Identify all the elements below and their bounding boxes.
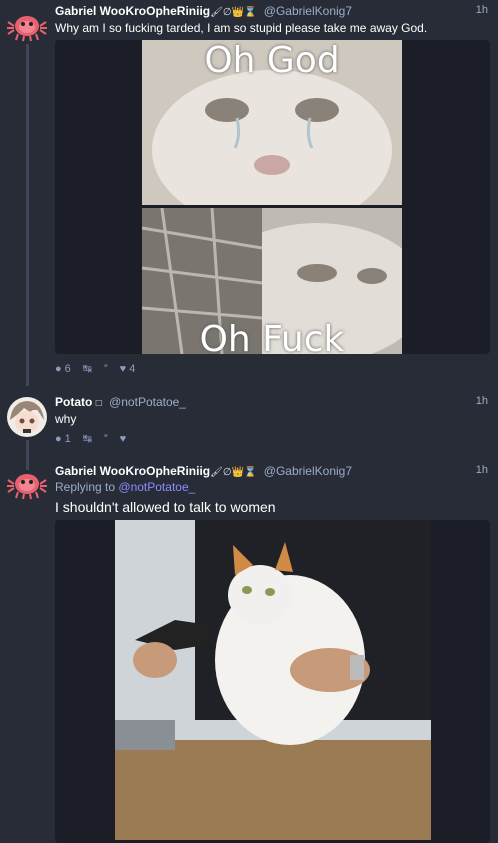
meme-caption-top: Oh God (204, 40, 340, 81)
avatar[interactable] (6, 462, 48, 504)
meme-image-top: Oh God (142, 40, 402, 205)
favourite-button[interactable]: ♥ (120, 433, 127, 445)
timestamp[interactable]: 1h (476, 464, 488, 476)
reply-icon: ● (55, 432, 62, 445)
status-text: why (55, 412, 77, 426)
name-emojis: 🖌∅👑⌛ (210, 467, 257, 478)
display-name[interactable]: Gabriel WooKroOpheRiniig (55, 4, 210, 18)
replying-to: Replying to @notPotatoe_ (55, 480, 195, 494)
status-text: Why am I so fucking tarded, I am so stup… (55, 21, 428, 35)
avatar[interactable] (6, 396, 48, 438)
quote-button[interactable]: ” (104, 363, 108, 375)
reply-count: 6 (64, 362, 71, 375)
display-name[interactable]: Potato (55, 395, 92, 409)
favourite-icon: ♥ (119, 432, 127, 445)
reply-to-handle[interactable]: @notPotatoe_ (118, 480, 195, 494)
boost-button[interactable]: ↹ (83, 432, 92, 445)
meme-image-bottom: Oh Fuck (142, 208, 402, 354)
boost-button[interactable]: ↹ (83, 362, 92, 375)
media-attachment[interactable]: Oh God Oh Fuck (55, 40, 490, 354)
timestamp[interactable]: 1h (476, 4, 488, 16)
status-post[interactable]: Potato □ @notPotatoe_ 1h why ● 1 ↹ ” ♥ (0, 390, 498, 450)
media-attachment[interactable] (55, 520, 490, 843)
status-post[interactable]: Gabriel WooKroOpheRiniig🖌∅👑⌛ @GabrielKon… (0, 458, 498, 843)
boost-icon: ↹ (82, 433, 92, 445)
avatar[interactable] (6, 4, 48, 46)
quote-icon: ” (104, 432, 108, 445)
name-emojis: 🖌∅👑⌛ (210, 7, 257, 18)
reply-prefix: Replying to (55, 480, 116, 494)
meme-caption-bottom: Oh Fuck (199, 319, 345, 354)
status-text: I shouldn't allowed to talk to women (55, 499, 276, 515)
account-handle[interactable]: @GabrielKonig7 (264, 464, 352, 478)
account-handle[interactable]: @notPotatoe_ (109, 395, 186, 409)
boost-icon: ↹ (82, 363, 92, 375)
cat-gun-photo (115, 520, 431, 840)
reply-icon: ● (55, 362, 62, 375)
reply-count: 1 (64, 432, 71, 445)
display-name[interactable]: Gabriel WooKroOpheRiniig (55, 464, 210, 478)
favourite-icon: ♥ (119, 362, 127, 375)
account-handle[interactable]: @GabrielKonig7 (264, 4, 352, 18)
name-emojis: □ (95, 398, 102, 409)
reply-button[interactable]: ● 6 (55, 363, 71, 375)
quote-icon: ” (104, 362, 108, 375)
favourite-button[interactable]: ♥ 4 (120, 363, 136, 375)
quote-button[interactable]: ” (104, 433, 108, 445)
status-post[interactable]: Gabriel WooKroOpheRiniig🖌∅👑⌛ @GabrielKon… (0, 0, 498, 385)
favourite-count: 4 (129, 362, 136, 375)
timestamp[interactable]: 1h (476, 395, 488, 407)
reply-button[interactable]: ● 1 (55, 433, 71, 445)
